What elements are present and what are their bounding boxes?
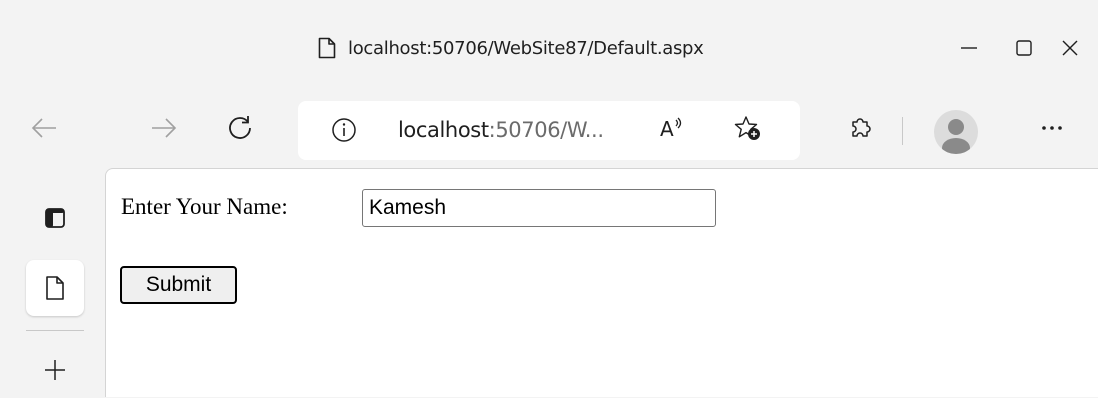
- refresh-button[interactable]: [220, 104, 260, 152]
- name-label: Enter Your Name:: [121, 194, 288, 219]
- more-options-icon: [1042, 126, 1062, 130]
- read-aloud-button[interactable]: A: [654, 104, 690, 152]
- person-icon: [942, 119, 970, 154]
- minimize-spacer: [942, 24, 998, 72]
- name-input[interactable]: [362, 189, 716, 227]
- back-button[interactable]: [24, 104, 64, 152]
- add-favorite-icon: [734, 116, 760, 140]
- window-title: localhost:50706/WebSite87/Default.aspx: [348, 38, 704, 59]
- info-icon[interactable]: [331, 117, 357, 143]
- read-aloud-icon: A: [660, 117, 682, 141]
- address-url[interactable]: localhost:50706/W...: [398, 116, 604, 144]
- extensions-button[interactable]: [838, 104, 882, 152]
- new-tab-button[interactable]: [26, 342, 84, 398]
- add-favorite-button[interactable]: [728, 104, 768, 152]
- toolbar-divider: [902, 117, 903, 145]
- more-options-button[interactable]: [1030, 104, 1074, 152]
- document-icon: [318, 37, 336, 59]
- forward-button[interactable]: [144, 104, 184, 152]
- page-tab[interactable]: [26, 260, 84, 316]
- extensions-icon: [852, 118, 871, 137]
- close-button[interactable]: [1042, 24, 1098, 72]
- refresh-icon: [229, 116, 251, 139]
- url-host: localhost: [398, 118, 489, 142]
- close-icon: [1062, 40, 1078, 56]
- submit-button[interactable]: Submit: [120, 266, 237, 304]
- forward-arrow-icon: [152, 118, 177, 138]
- tab-actions-button[interactable]: [26, 190, 84, 246]
- svg-text:A: A: [660, 117, 674, 141]
- page-tab-icon: [46, 276, 64, 300]
- url-rest: :50706/W...: [488, 118, 604, 142]
- back-arrow-icon: [31, 118, 56, 138]
- maximize-icon: [1016, 40, 1032, 56]
- tab-actions-icon: [45, 208, 65, 228]
- profile-avatar[interactable]: [934, 110, 978, 154]
- rail-separator: [26, 330, 84, 331]
- new-tab-icon: [45, 360, 65, 380]
